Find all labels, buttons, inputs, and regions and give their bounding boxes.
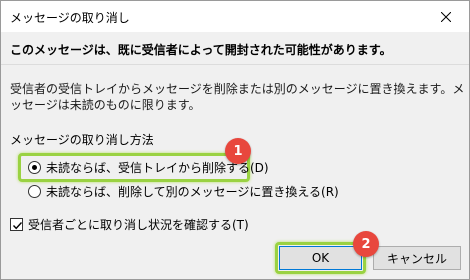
step-badge-2: 2 xyxy=(353,231,379,257)
divider xyxy=(1,64,469,65)
radio-button-delete[interactable] xyxy=(28,160,41,174)
confirm-status-label: 受信者ごとに取り消し状況を確認する(T) xyxy=(28,218,249,232)
ok-button[interactable]: OK xyxy=(279,246,362,270)
radio-button-replace[interactable] xyxy=(28,184,41,198)
title-bar: メッセージの取り消し xyxy=(1,1,469,32)
checkmark-icon xyxy=(12,222,23,230)
cancel-button[interactable]: キャンセル xyxy=(373,246,461,270)
radio-option-replace[interactable]: 未読ならば、削除して別のメッセージに置き換える(R) xyxy=(28,182,339,200)
close-icon xyxy=(441,11,451,22)
warning-headline: このメッセージは、既に受信者によって開封された可能性があります。 xyxy=(10,43,392,57)
radio-label-replace: 未読ならば、削除して別のメッセージに置き換える(R) xyxy=(46,184,339,199)
step-badge-1: 1 xyxy=(225,138,251,164)
recall-method-label: メッセージの取り消し方法 xyxy=(10,133,154,147)
description-text: 受信者の受信トレイからメッセージを削除または別のメッセージに置き換えます。メッセ… xyxy=(10,82,465,112)
close-button[interactable] xyxy=(423,1,469,32)
recall-dialog: メッセージの取り消し このメッセージは、既に受信者によって開封された可能性があり… xyxy=(0,0,470,280)
confirm-status-checkbox[interactable] xyxy=(10,218,23,231)
confirm-status-checkbox-row[interactable]: 受信者ごとに取り消し状況を確認する(T) xyxy=(10,216,249,233)
window-title: メッセージの取り消し xyxy=(10,11,130,25)
